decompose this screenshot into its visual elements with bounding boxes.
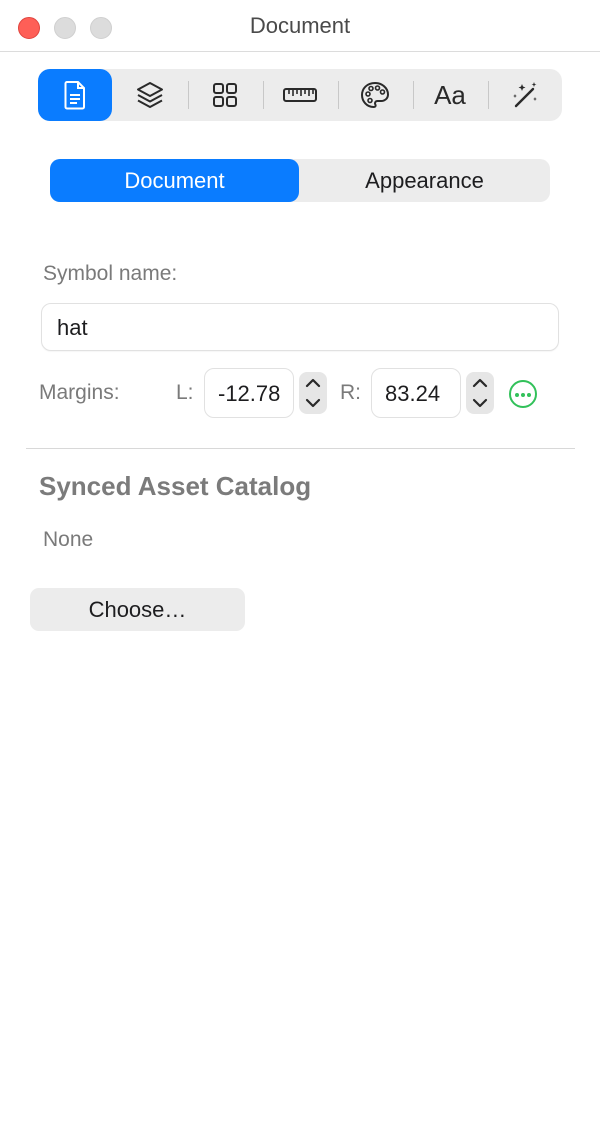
left-margin-field[interactable]: -12.78 bbox=[204, 368, 294, 418]
layers-icon bbox=[137, 82, 163, 108]
ruler-icon bbox=[283, 88, 317, 102]
ruler-inspector-button[interactable] bbox=[268, 69, 332, 121]
toolbar-divider bbox=[413, 81, 414, 109]
right-margin-label: R: bbox=[340, 381, 361, 404]
toolbar-divider bbox=[488, 81, 489, 109]
synced-asset-catalog-title: Synced Asset Catalog bbox=[39, 471, 312, 501]
inspector-toolbar: Aa bbox=[38, 69, 562, 121]
document-appearance-switch: Document Appearance bbox=[50, 159, 550, 202]
font-icon: Aa bbox=[434, 79, 466, 110]
right-margin-field[interactable]: 83.24 bbox=[371, 368, 461, 418]
title-bar: Document bbox=[0, 0, 600, 52]
grid-icon bbox=[213, 83, 237, 107]
palette-icon bbox=[360, 81, 390, 109]
symbol-name-label: Symbol name: bbox=[43, 262, 178, 285]
toolbar-divider bbox=[188, 81, 189, 109]
grid-inspector-button[interactable] bbox=[193, 69, 257, 121]
tab-document[interactable]: Document bbox=[50, 159, 299, 202]
toolbar-divider bbox=[263, 81, 264, 109]
more-options-button[interactable] bbox=[509, 380, 537, 408]
document-inspector-button[interactable] bbox=[38, 69, 112, 121]
stepper-arrows-icon bbox=[472, 378, 488, 408]
synced-catalog-value: None bbox=[43, 528, 94, 551]
left-margin-label: L: bbox=[176, 381, 194, 404]
toolbar-divider bbox=[338, 81, 339, 109]
window-title: Document bbox=[249, 13, 351, 38]
right-margin-stepper[interactable] bbox=[466, 372, 494, 414]
magic-wand-icon bbox=[513, 82, 537, 108]
tab-appearance[interactable]: Appearance bbox=[299, 159, 550, 202]
choose-button[interactable]: Choose… bbox=[30, 588, 245, 631]
effects-inspector-button[interactable] bbox=[493, 69, 557, 121]
margins-label: Margins: bbox=[39, 381, 120, 404]
color-inspector-button[interactable] bbox=[343, 69, 407, 121]
section-divider bbox=[26, 448, 575, 449]
symbol-name-field[interactable]: hat bbox=[41, 303, 559, 351]
left-margin-stepper[interactable] bbox=[299, 372, 327, 414]
ellipsis-icon bbox=[515, 393, 519, 397]
layers-inspector-button[interactable] bbox=[118, 69, 182, 121]
font-inspector-button[interactable]: Aa bbox=[418, 69, 482, 121]
stepper-arrows-icon bbox=[305, 378, 321, 408]
document-icon bbox=[64, 81, 85, 110]
